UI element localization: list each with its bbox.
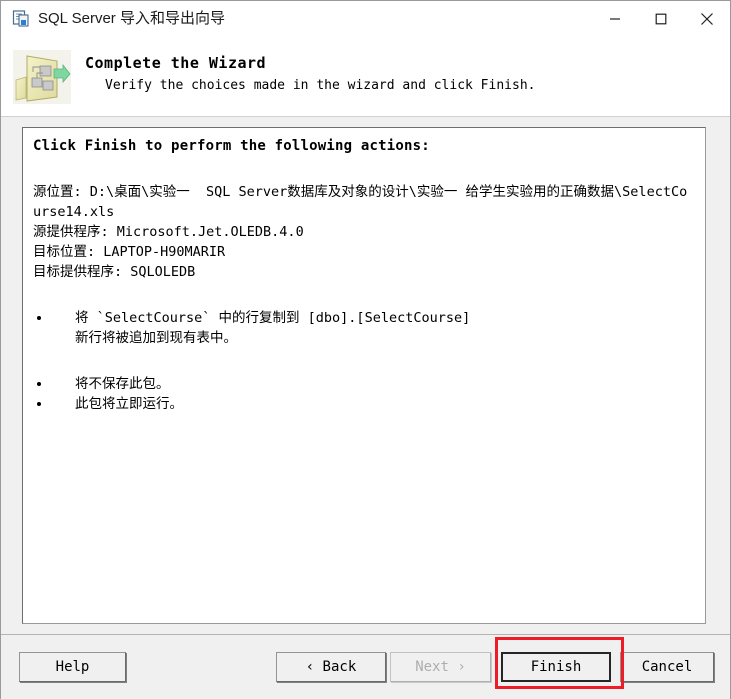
package-arrow-icon: [13, 50, 71, 104]
action-list-copy: 将 `SelectCourse` 中的行复制到 [dbo].[SelectCou…: [33, 308, 695, 348]
bullet-line-secondary: 新行将被追加到现有表中。: [75, 330, 237, 346]
bullet-line-primary: 将 `SelectCourse` 中的行复制到 [dbo].[SelectCou…: [75, 310, 471, 326]
wizard-window: SQL Server 导入和导出向导 Complete the Wizard V…: [0, 0, 731, 699]
wizard-body: Click Finish to perform the following ac…: [1, 117, 730, 634]
summary-heading: Click Finish to perform the following ac…: [33, 138, 430, 154]
action-list-package: 将不保存此包。 此包将立即运行。: [33, 374, 695, 414]
wizard-banner: Complete the Wizard Verify the choices m…: [1, 38, 730, 117]
list-item: 此包将立即运行。: [33, 394, 695, 414]
list-item: 将不保存此包。: [33, 374, 695, 394]
summary-panel: Click Finish to perform the following ac…: [22, 127, 706, 624]
window-title: SQL Server 导入和导出向导: [38, 10, 225, 27]
info-line-target-location: 目标位置: LAPTOP-H90MARIR: [33, 244, 226, 260]
info-line-source-provider: 源提供程序: Microsoft.Jet.OLEDB.4.0: [33, 224, 304, 240]
minimize-icon[interactable]: [592, 1, 638, 37]
bullet-icon: [37, 316, 41, 320]
next-button: Next ›: [390, 652, 491, 682]
cancel-button[interactable]: Cancel: [620, 652, 714, 682]
banner-subtitle: Verify the choices made in the wizard an…: [105, 78, 536, 93]
finish-button[interactable]: Finish: [501, 652, 611, 682]
back-button[interactable]: ‹ Back: [276, 652, 386, 682]
list-item: 将 `SelectCourse` 中的行复制到 [dbo].[SelectCou…: [33, 308, 695, 348]
close-icon[interactable]: [684, 1, 730, 37]
help-button[interactable]: Help: [19, 652, 126, 682]
banner-title: Complete the Wizard: [85, 54, 267, 72]
bullet-icon: [37, 382, 41, 386]
bullet-line-primary: 此包将立即运行。: [75, 396, 183, 412]
bullet-line-primary: 将不保存此包。: [75, 376, 170, 392]
footer-button-bar: Help ‹ Back Next › Finish Cancel: [1, 634, 730, 699]
info-line-target-provider: 目标提供程序: SQLOLEDB: [33, 264, 196, 280]
maximize-icon[interactable]: [638, 1, 684, 37]
title-bar: SQL Server 导入和导出向导: [1, 1, 730, 39]
wizard-document-icon: [12, 10, 30, 28]
info-line-source-location: 源位置: D:\桌面\实验一 SQL Server数据库及对象的设计\实验一 给…: [33, 184, 688, 220]
bullet-icon: [37, 402, 41, 406]
